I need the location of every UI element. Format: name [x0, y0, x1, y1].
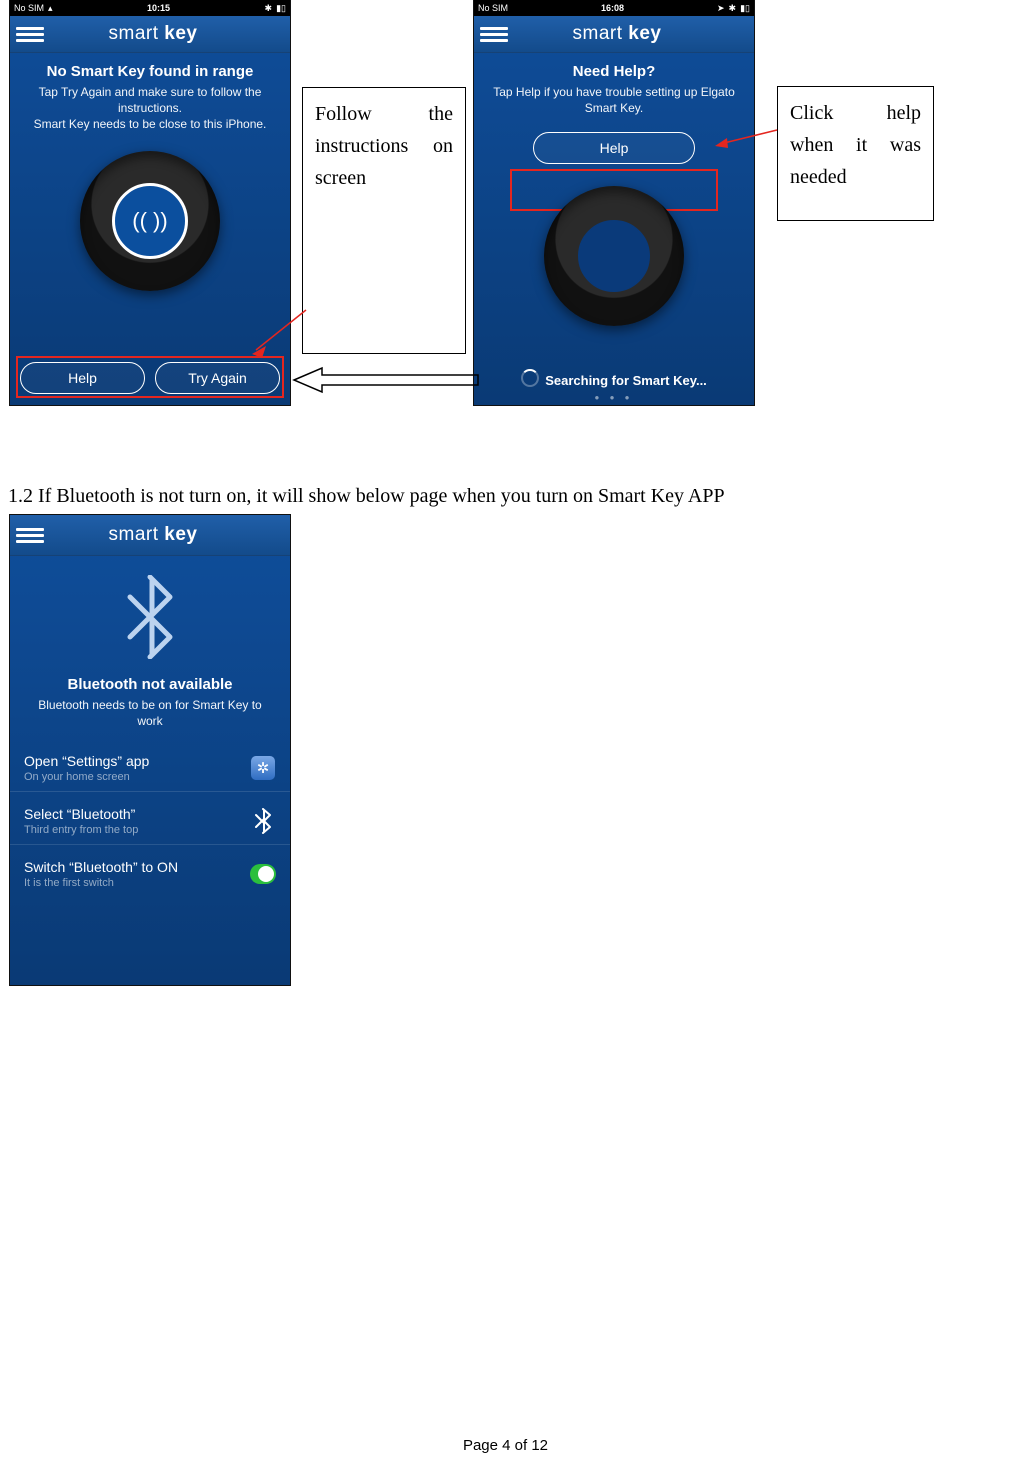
red-arrow-icon: [715, 130, 785, 150]
page-footer: Page 4 of 12: [0, 1437, 1011, 1454]
bluetooth-icon: ✱: [729, 3, 737, 14]
step-title: Open “Settings” app: [24, 753, 149, 769]
app-title: smart key: [16, 524, 290, 546]
help-button[interactable]: Help: [533, 132, 695, 164]
status-bar: No SIM 16:08 ➤ ✱▮▯: [474, 0, 754, 16]
annotation-click-help: Click help when it was needed: [777, 86, 934, 221]
title-bar: smart key: [474, 16, 754, 53]
device-center-icon: (( )): [112, 183, 188, 259]
carrier-text: No SIM: [478, 3, 508, 13]
step-title: Switch “Bluetooth” to ON: [24, 859, 178, 875]
status-bar: No SIM ▴ 10:15 ✱▮▯: [10, 0, 290, 16]
step-subtitle: It is the first switch: [24, 877, 178, 889]
try-again-button[interactable]: Try Again: [155, 362, 280, 394]
section-heading: 1.2 If Bluetooth is not turn on, it will…: [8, 485, 725, 508]
help-button[interactable]: Help: [20, 362, 145, 394]
battery-icon: ▮▯: [740, 3, 750, 14]
title-bar: smart key: [10, 515, 290, 556]
battery-icon: ▮▯: [276, 3, 286, 14]
clock: 16:08: [601, 3, 624, 13]
app-title: smart key: [480, 23, 754, 45]
phone-screenshot-3: smart key Bluetooth not available Blueto…: [10, 515, 290, 985]
step-row-bluetooth: Select “Bluetooth” Third entry from the …: [10, 796, 290, 840]
bluetooth-icon: ✱: [265, 3, 273, 14]
annotation-follow-instructions: Follow the instructions on screen: [302, 87, 466, 354]
pager-dots: ● ● ●: [474, 393, 754, 402]
headline: Bluetooth not available: [10, 662, 290, 697]
step-subtitle: On your home screen: [24, 771, 149, 783]
settings-app-icon: ✲: [250, 755, 276, 781]
bluetooth-icon: [250, 808, 276, 834]
title-bar: smart key: [10, 16, 290, 53]
app-title: smart key: [16, 23, 290, 45]
wifi-icon: ▴: [48, 3, 53, 14]
red-arrow-icon: [248, 310, 318, 360]
headline: No Smart Key found in range: [10, 53, 290, 84]
device-center: [578, 220, 650, 292]
headline: Need Help?: [474, 53, 754, 84]
device-image: (( )): [80, 151, 220, 291]
clock: 10:15: [147, 3, 170, 13]
spinner-icon: [521, 369, 539, 387]
location-icon: ➤: [717, 3, 725, 14]
carrier-text: No SIM: [14, 3, 44, 13]
subtext: Bluetooth needs to be on for Smart Key t…: [10, 697, 290, 729]
step-row-switch: Switch “Bluetooth” to ON It is the first…: [10, 849, 290, 893]
searching-text: Searching for Smart Key...: [474, 369, 754, 388]
phone-screenshot-2: No SIM 16:08 ➤ ✱▮▯ smart key Need Help? T…: [474, 0, 754, 405]
subtext: Tap Try Again and make sure to follow th…: [10, 84, 290, 133]
step-subtitle: Third entry from the top: [24, 824, 138, 836]
outline-arrow-icon: [292, 365, 480, 395]
step-title: Select “Bluetooth”: [24, 806, 138, 822]
toggle-on-icon: [250, 861, 276, 887]
bluetooth-logo-icon: [115, 572, 185, 662]
subtext: Tap Help if you have trouble setting up …: [474, 84, 754, 116]
device-image: [544, 186, 684, 326]
step-row-settings: Open “Settings” app On your home screen …: [10, 743, 290, 787]
